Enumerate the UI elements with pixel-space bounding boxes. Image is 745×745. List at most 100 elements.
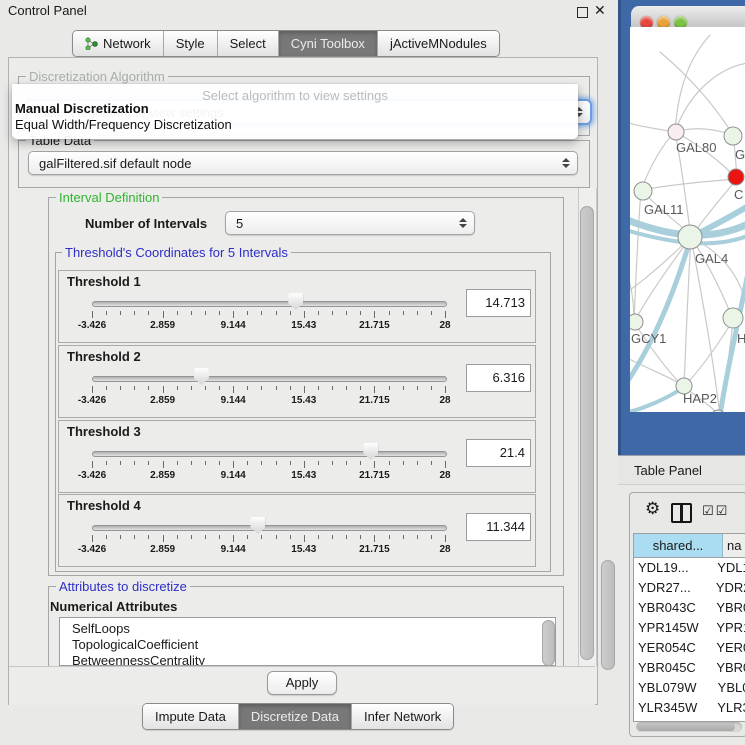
table-row[interactable]: YBR045CYBR0 — [634, 658, 745, 678]
cell-name: YLR3 — [713, 698, 745, 718]
attributes-list[interactable]: SelfLoopsTopologicalCoefficientBetweenne… — [59, 617, 556, 666]
column-header-name[interactable]: na — [723, 534, 745, 557]
network-canvas[interactable]: GAL80GACGAL11GAL4GCY1HHAP2 — [630, 27, 745, 412]
slider-tick — [148, 461, 149, 465]
attributes-list-scrollbar-thumb[interactable] — [542, 620, 555, 666]
table-row[interactable]: YER054CYER0 — [634, 638, 745, 658]
slider-tick-label: 9.144 — [221, 544, 246, 555]
table-panel-title: Table Panel — [634, 463, 702, 478]
slider-tick — [219, 461, 220, 465]
slider-tick — [431, 461, 432, 465]
tab-discretize-data[interactable]: Discretize Data — [239, 704, 352, 729]
apply-button[interactable]: Apply — [267, 671, 337, 695]
attribute-list-item[interactable]: SelfLoops — [60, 621, 555, 637]
network-node[interactable] — [678, 225, 702, 249]
table-hscrollbar-track[interactable] — [636, 722, 742, 732]
attribute-list-item[interactable]: BetweennessCentrality — [60, 653, 555, 666]
network-node[interactable] — [630, 314, 643, 330]
threshold-value-field[interactable]: 14.713 — [466, 289, 531, 317]
table-row[interactable]: YDL19...YDL1 — [634, 558, 745, 578]
slider-tick — [233, 461, 234, 468]
slider-tick — [92, 461, 93, 468]
network-edge — [634, 237, 691, 322]
threshold-value-field[interactable]: 21.4 — [466, 439, 531, 467]
algorithm-option[interactable]: Manual Discretization — [15, 101, 149, 116]
numerical-attributes-label: Numerical Attributes — [50, 599, 177, 614]
threshold-value-field[interactable]: 6.316 — [466, 364, 531, 392]
combo-arrows-icon — [562, 158, 570, 168]
tab-impute-data[interactable]: Impute Data — [143, 704, 239, 729]
slider-tick — [148, 311, 149, 315]
window-scrollbar-thumb[interactable] — [601, 560, 615, 670]
tab-network[interactable]: Network — [73, 31, 164, 56]
threshold-value-field[interactable]: 11.344 — [466, 513, 531, 541]
slider-tick — [403, 386, 404, 390]
tab-cyni-toolbox[interactable]: Cyni Toolbox — [279, 31, 378, 56]
network-node-label: GAL4 — [695, 251, 728, 266]
network-node[interactable] — [634, 182, 652, 200]
tab-infer-network[interactable]: Infer Network — [352, 704, 453, 729]
column-header-shared[interactable]: shared... — [634, 534, 723, 557]
threshold-label: Threshold 1 — [67, 274, 141, 289]
slider-tick — [205, 535, 206, 539]
select-columns-icons[interactable]: ☑☑ — [702, 503, 729, 519]
slider-tick — [360, 461, 361, 465]
slider-tick — [261, 461, 262, 465]
table-hscrollbar-thumb[interactable] — [637, 723, 735, 731]
table-row[interactable]: YBR043CYBR0 — [634, 598, 745, 618]
table-row[interactable]: YBL079WYBL0 — [634, 678, 745, 698]
tab-jactivemnodules[interactable]: jActiveMNodules — [378, 31, 499, 56]
bottom-tab-bar: Impute DataDiscretize DataInfer Network — [142, 703, 454, 730]
threshold-slider-track[interactable] — [92, 525, 447, 531]
table-row[interactable]: YLR345WYLR3 — [634, 698, 745, 718]
slider-tick — [106, 461, 107, 465]
slider-tick — [106, 386, 107, 390]
slider-tick — [374, 461, 375, 468]
float-window-icon[interactable] — [577, 7, 588, 18]
network-edge — [675, 63, 745, 132]
panel-scrollbar-thumb[interactable] — [580, 206, 594, 660]
slider-tick — [445, 535, 446, 542]
slider-tick — [233, 386, 234, 393]
network-edge — [691, 237, 745, 317]
slider-tick — [403, 535, 404, 539]
network-node-label: GAL80 — [676, 140, 716, 155]
threshold-slider-track[interactable] — [92, 376, 447, 382]
number-of-intervals-combobox[interactable]: 5 — [225, 211, 475, 235]
network-node[interactable] — [723, 308, 743, 328]
slider-tick — [120, 311, 121, 315]
network-node[interactable] — [724, 127, 742, 145]
network-edge — [641, 179, 737, 190]
threshold-slider-track[interactable] — [92, 451, 447, 457]
network-node[interactable] — [728, 169, 744, 185]
slider-tick — [431, 311, 432, 315]
slider-tick — [191, 461, 192, 465]
slider-handle[interactable] — [250, 517, 265, 534]
attribute-list-item[interactable]: TopologicalCoefficient — [60, 637, 555, 653]
algorithm-option[interactable]: Equal Width/Frequency Discretization — [15, 117, 232, 132]
settings-gear-icon[interactable]: ⚙ — [645, 499, 660, 519]
network-node-label: HAP2 — [683, 391, 717, 406]
table-data-combobox[interactable]: galFiltered.sif default node — [28, 151, 578, 175]
slider-tick — [191, 535, 192, 539]
close-icon[interactable]: ✕ — [594, 2, 606, 19]
tab-style[interactable]: Style — [164, 31, 218, 56]
column-layout-icon[interactable] — [671, 503, 692, 523]
slider-tick — [261, 311, 262, 315]
slider-tick-label: 2.859 — [150, 395, 175, 406]
table-row[interactable]: YPR145WYPR1 — [634, 618, 745, 638]
slider-handle[interactable] — [288, 293, 303, 310]
threshold-panel: Threshold 2-3.4262.8599.14415.4321.71528… — [58, 345, 536, 418]
slider-handle[interactable] — [194, 368, 209, 385]
threshold-slider-track[interactable] — [92, 301, 447, 307]
table-row[interactable]: YDR27...YDR2 — [634, 578, 745, 598]
network-node[interactable] — [668, 124, 684, 140]
cell-name: YBR0 — [712, 598, 745, 618]
slider-handle[interactable] — [363, 443, 378, 460]
slider-tick — [163, 461, 164, 468]
slider-tick — [304, 461, 305, 468]
node-table[interactable]: shared... na YDL19...YDL1YDR27...YDR2YBR… — [633, 533, 745, 722]
tab-select[interactable]: Select — [218, 31, 279, 56]
slider-tick — [389, 461, 390, 465]
threshold-label: Threshold 4 — [67, 498, 141, 513]
